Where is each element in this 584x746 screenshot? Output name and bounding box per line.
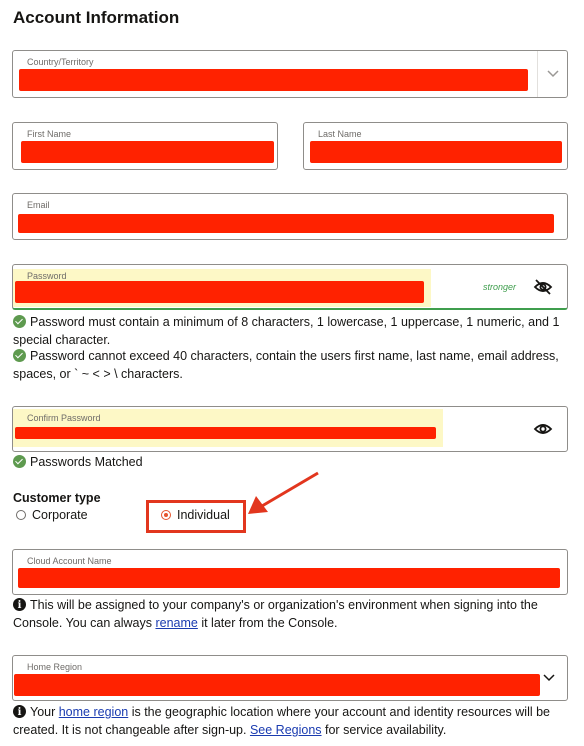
redacted-value	[14, 674, 540, 696]
hide-password-eye-slash-icon[interactable]	[533, 277, 553, 297]
home-region-help-text: Your	[30, 705, 59, 719]
home-region-help-text-end: for service availability.	[321, 723, 447, 737]
customer-type-label: Customer type	[13, 491, 101, 505]
redacted-value	[18, 214, 554, 233]
radio-button-icon[interactable]	[16, 510, 26, 520]
password-rule-text: Password must contain a minimum of 8 cha…	[13, 315, 560, 347]
last-name-field[interactable]: Last Name	[303, 122, 568, 170]
see-regions-link[interactable]: See Regions	[250, 723, 322, 737]
password-label: Password	[27, 271, 67, 281]
redacted-value	[15, 281, 424, 303]
password-rule-text: Password cannot exceed 40 characters, co…	[13, 349, 559, 381]
country-label: Country/Territory	[27, 57, 94, 67]
home-region-link[interactable]: home region	[59, 705, 129, 719]
first-name-label: First Name	[27, 129, 72, 139]
cloud-account-name-field[interactable]: Cloud Account Name	[12, 549, 568, 595]
confirm-password-field[interactable]: Confirm Password	[12, 406, 568, 452]
email-label: Email	[27, 200, 50, 210]
home-region-help: Your home region is the geographic locat…	[13, 703, 573, 739]
first-name-field[interactable]: First Name	[12, 122, 278, 170]
annotation-highlight-box	[146, 500, 246, 533]
password-rule-restrictions: Password cannot exceed 40 characters, co…	[13, 347, 573, 383]
section-title: Account Information	[13, 8, 180, 27]
radio-corporate[interactable]: Corporate	[16, 508, 88, 522]
rename-link[interactable]: rename	[155, 616, 197, 630]
chevron-down-icon[interactable]	[539, 656, 559, 700]
email-field[interactable]: Email	[12, 193, 568, 240]
cloud-account-name-label: Cloud Account Name	[27, 556, 112, 566]
redacted-value	[19, 69, 528, 91]
home-region-select[interactable]: Home Region	[12, 655, 568, 701]
passwords-matched-text: Passwords Matched	[30, 455, 143, 469]
annotation-arrow-icon	[248, 471, 319, 514]
redacted-value	[18, 568, 560, 588]
show-password-eye-icon[interactable]	[533, 419, 553, 439]
home-region-label: Home Region	[27, 662, 83, 672]
confirm-password-label: Confirm Password	[27, 413, 101, 423]
redacted-value	[310, 141, 562, 163]
radio-corporate-label: Corporate	[32, 508, 88, 522]
check-circle-icon	[13, 315, 26, 328]
last-name-label: Last Name	[318, 129, 362, 139]
info-icon	[13, 597, 26, 615]
info-icon	[13, 704, 26, 722]
password-rule-length: Password must contain a minimum of 8 cha…	[13, 313, 573, 349]
cloud-account-help-text-end: it later from the Console.	[197, 616, 338, 630]
check-circle-icon	[13, 349, 26, 362]
cloud-account-help: This will be assigned to your company's …	[13, 596, 573, 632]
password-strength-text: stronger	[483, 282, 517, 292]
chevron-down-icon[interactable]	[537, 51, 567, 97]
password-field[interactable]: Password stronger	[12, 264, 568, 310]
country-select[interactable]: Country/Territory	[12, 50, 568, 98]
check-circle-icon	[13, 455, 26, 468]
redacted-value	[15, 427, 436, 439]
redacted-value	[21, 141, 274, 163]
